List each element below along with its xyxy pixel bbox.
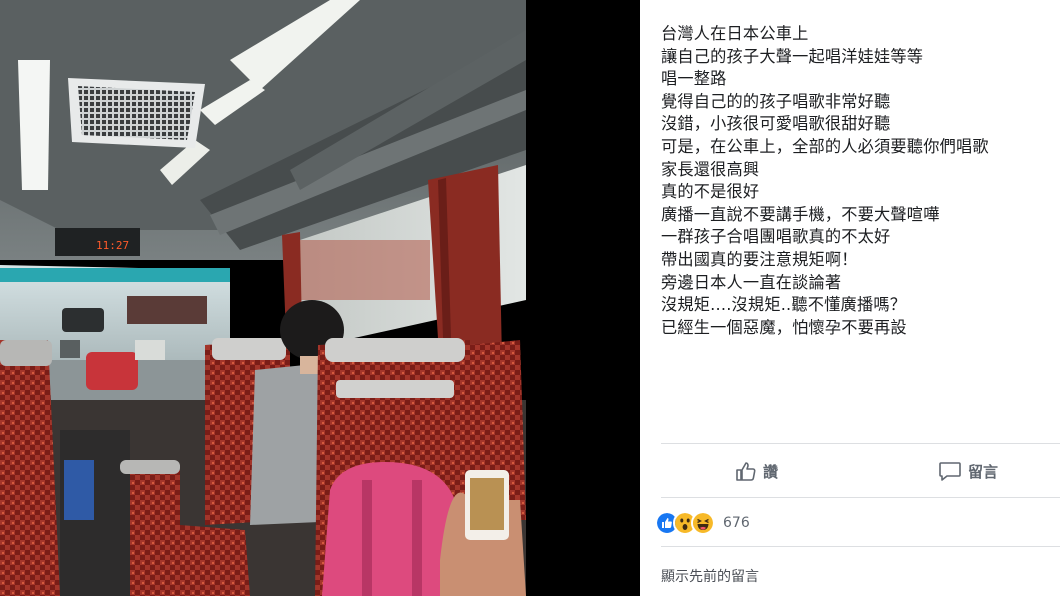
comment-button[interactable]: 留言: [938, 456, 998, 486]
post-text-line: 真的不是很好: [661, 182, 760, 202]
post-panel: 台灣人在日本公車上 讓自己的孩子大聲一起唱洋娃娃等等 唱一整路 覺得自己的的孩子…: [640, 0, 1060, 596]
actions-top-divider: [661, 443, 1060, 444]
post-text-line: 讓自己的孩子大聲一起唱洋娃娃等等: [661, 46, 924, 66]
post-text-line: 已經生一個惡魔，怕懷孕不要再設: [661, 317, 907, 337]
comments-divider: [661, 546, 1060, 547]
reactions-summary[interactable]: 676: [655, 511, 750, 535]
bus-interior-image: 11:27: [0, 0, 526, 596]
like-label: 讚: [763, 462, 779, 481]
comment-label: 留言: [968, 462, 999, 481]
reaction-count: 676: [723, 515, 750, 531]
post-text-line: 覺得自己的的孩子唱歌非常好聽: [661, 91, 891, 111]
post-text-line: 帶出國真的要注意規矩啊！: [661, 249, 858, 269]
media-gutter: [526, 0, 640, 596]
like-button[interactable]: 讚: [735, 456, 778, 486]
bus-clock-display: 11:27: [96, 239, 129, 252]
thumbs-up-icon: [736, 462, 756, 481]
post-text-line: 沒錯，小孩很可愛唱歌很甜好聽: [661, 114, 891, 134]
post-text-line: 家長還很高興: [661, 159, 760, 179]
show-previous-comments-link[interactable]: 顯示先前的留言: [661, 566, 759, 586]
comment-bubble-icon: [939, 462, 961, 481]
post-text-line: 可是，在公車上，全部的人必須要聽你們唱歌: [661, 136, 989, 156]
post-text-line: 一群孩子合唱團唱歌真的不太好: [661, 227, 891, 247]
actions-bottom-divider: [661, 497, 1060, 498]
post-text-line: 沒規矩....沒規矩..聽不懂廣播嗎？: [661, 295, 907, 315]
post-text-line: 台灣人在日本公車上: [661, 24, 809, 43]
haha-reaction-icon: [691, 511, 715, 535]
post-text-line: 廣播一直說不要講手機，不要大聲喧嘩: [661, 204, 940, 224]
post-text-line: 旁邊日本人一直在談論著: [661, 272, 842, 292]
post-text: 台灣人在日本公車上 讓自己的孩子大聲一起唱洋娃娃等等 唱一整路 覺得自己的的孩子…: [661, 23, 1056, 339]
post-photo[interactable]: 11:27: [0, 0, 526, 596]
post-text-line: 唱一整路: [661, 69, 727, 89]
